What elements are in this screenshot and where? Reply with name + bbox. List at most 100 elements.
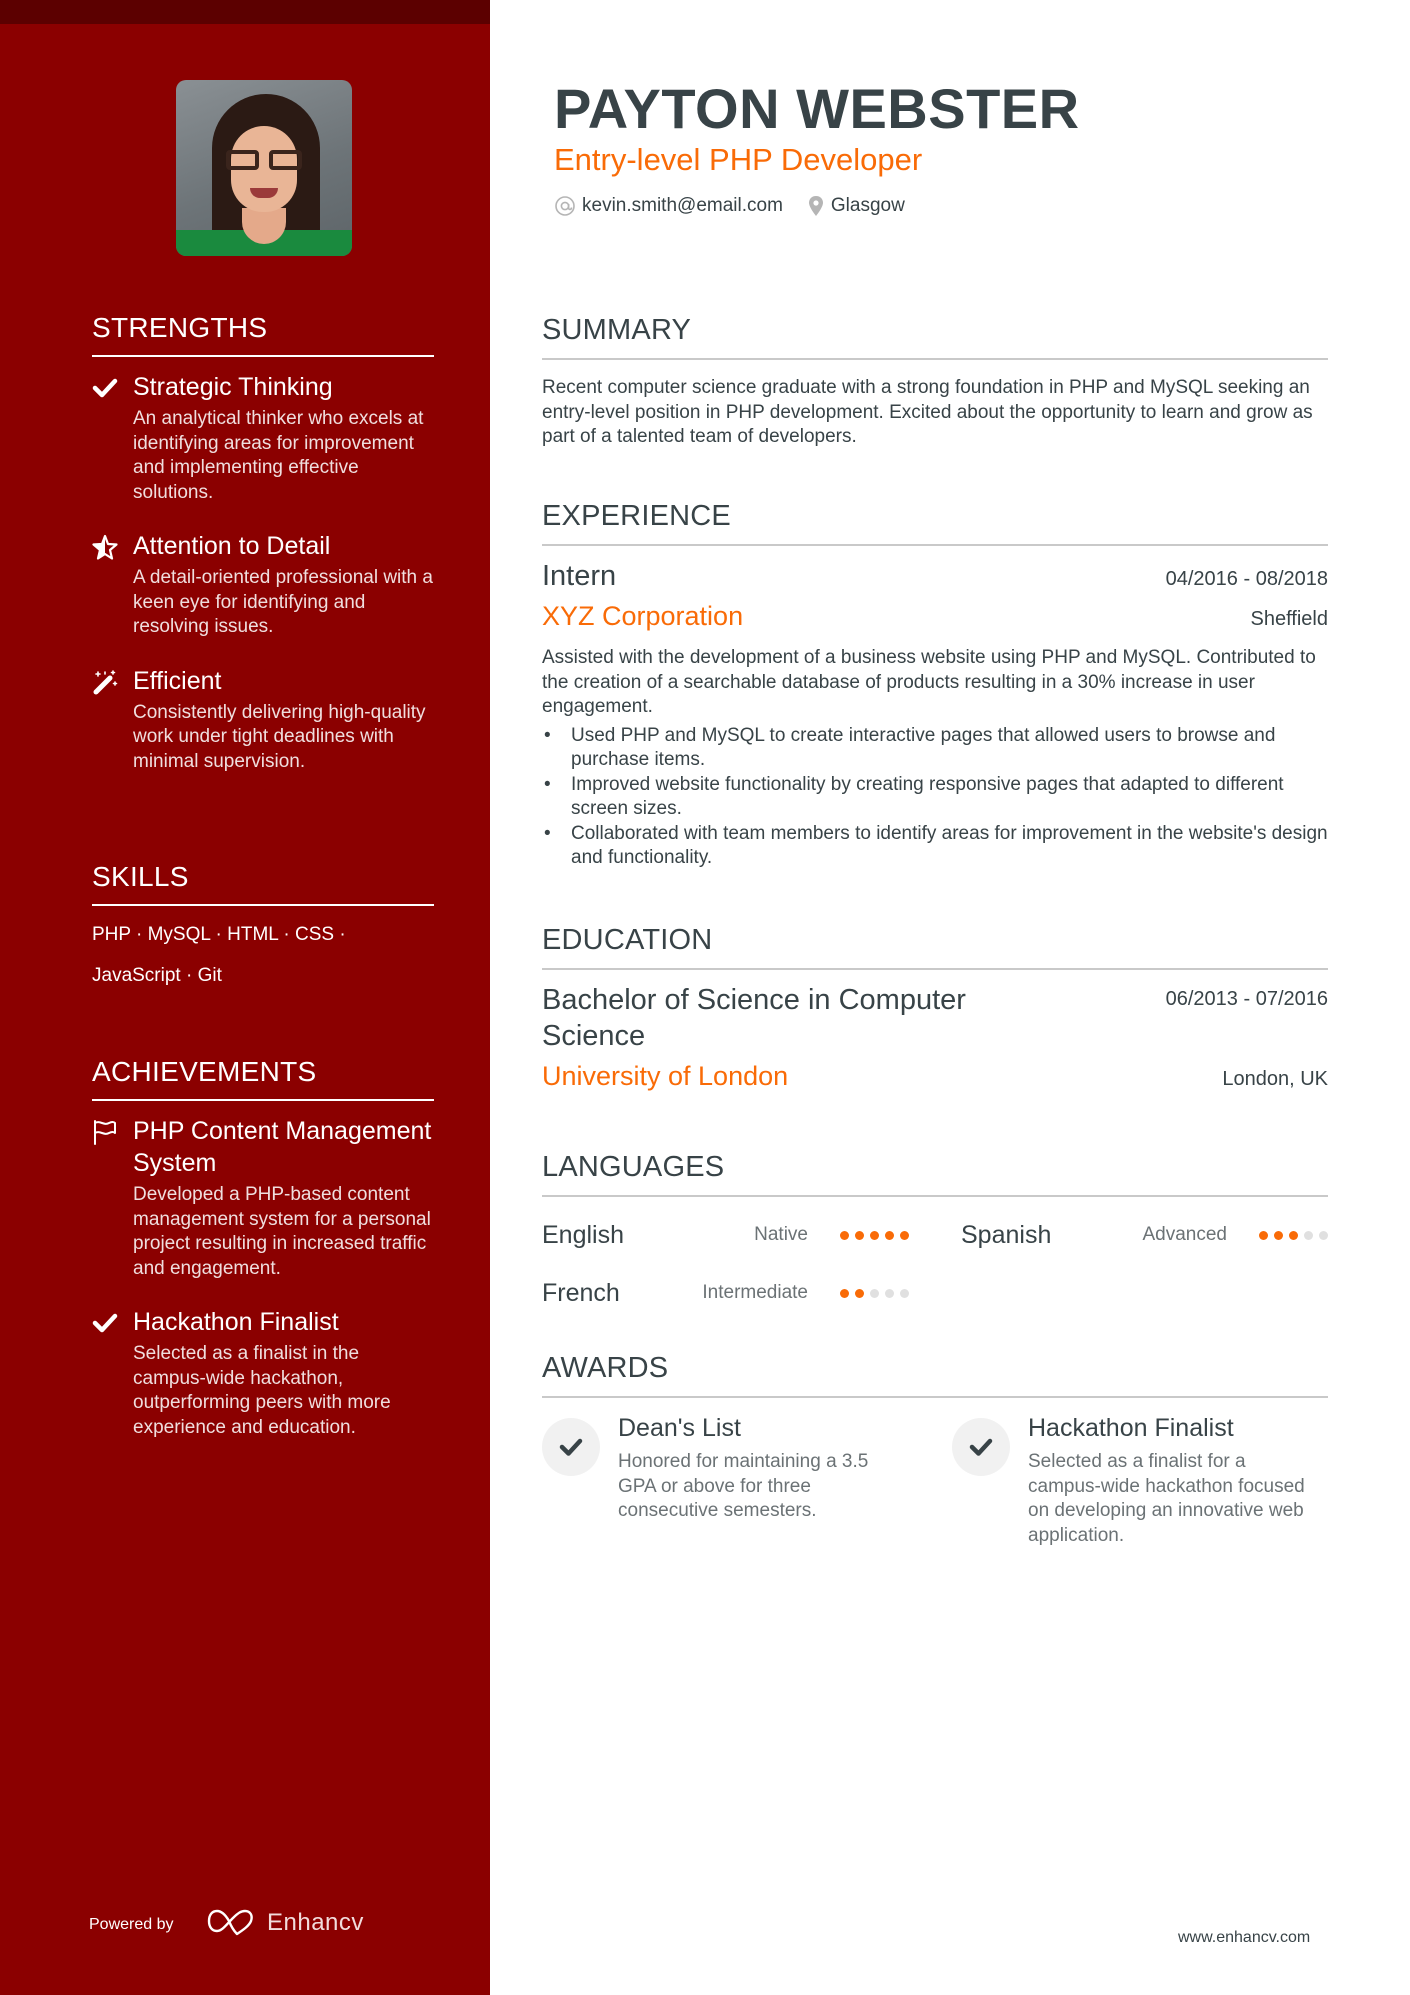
email-text[interactable]: kevin.smith@email.com <box>582 193 783 219</box>
skills-list: PHP · MySQL · HTML · CSS · JavaScript · … <box>92 914 392 996</box>
star-icon <box>92 534 118 560</box>
enhancv-logo-icon[interactable] <box>207 1904 259 1938</box>
degree-title: Bachelor of Science in Computer Science <box>542 984 966 1052</box>
language-name: French <box>542 1278 620 1307</box>
company-name: XYZ Corporation <box>542 601 744 631</box>
sidebar-top-band <box>0 0 490 24</box>
language-name: English <box>542 1220 624 1249</box>
education-entry: Bachelor of Science in Computer Science … <box>542 982 1328 1094</box>
award-title: Dean's List <box>618 1414 741 1442</box>
education-section: EDUCATION Bachelor of Science in Compute… <box>542 922 1328 1094</box>
strength-desc: A detail-oriented professional with a ke… <box>133 567 433 637</box>
language-rating <box>1259 1230 1328 1240</box>
languages-section: LANGUAGES English Native Spanish Advance… <box>542 1149 1328 1311</box>
award-title: Hackathon Finalist <box>1028 1414 1234 1442</box>
check-icon <box>542 1418 600 1476</box>
language-rating <box>840 1288 909 1298</box>
education-title: EDUCATION <box>542 922 1328 970</box>
awards-section: AWARDS Dean's List Honored for maintaini… <box>542 1350 1328 1548</box>
rating-dot-empty <box>1319 1230 1328 1240</box>
award-desc: Selected as a finalist for a campus-wide… <box>1028 1451 1305 1546</box>
awards-list: Dean's List Honored for maintaining a 3.… <box>542 1412 1328 1548</box>
magic-wand-icon <box>93 669 118 694</box>
language-level: Native <box>754 1224 808 1245</box>
job-dates: 04/2016 - 08/2018 <box>1165 568 1328 590</box>
check-icon <box>92 378 118 398</box>
language-item: French Intermediate <box>542 1275 909 1311</box>
education-dates: 06/2013 - 07/2016 <box>1165 988 1328 1010</box>
strengths-title: STRENGTHS <box>92 311 434 357</box>
languages-title: LANGUAGES <box>542 1149 1328 1197</box>
job-title: Intern <box>542 560 617 592</box>
at-icon <box>555 196 575 216</box>
rating-dot-empty <box>1304 1230 1313 1240</box>
languages-list: English Native Spanish Advanced French I… <box>542 1217 1328 1311</box>
strength-title: Efficient <box>133 666 222 695</box>
language-name: Spanish <box>961 1220 1052 1249</box>
rating-dot-filled <box>1289 1230 1298 1240</box>
rating-dot-filled <box>1259 1230 1268 1240</box>
language-item: Spanish Advanced <box>961 1217 1328 1253</box>
profile-photo <box>176 80 352 256</box>
strength-desc: Consistently delivering high-quality wor… <box>133 701 426 772</box>
strength-title: Strategic Thinking <box>133 373 333 401</box>
strength-item: Efficient Consistently delivering high-q… <box>92 665 434 775</box>
rating-dot-empty <box>900 1288 909 1298</box>
location-text: Glasgow <box>830 195 905 216</box>
language-level: Advanced <box>1142 1224 1227 1245</box>
enhancv-brand[interactable]: Enhancv <box>267 1909 364 1937</box>
strengths-section: STRENGTHS Strategic Thinking An analytic… <box>92 311 434 774</box>
achievement-item: PHP Content Management System Developed … <box>92 1115 434 1281</box>
summary-section: SUMMARY Recent computer science graduate… <box>542 312 1328 450</box>
rating-dot-filled <box>885 1230 894 1240</box>
email-contact[interactable]: kevin.smith@email.com <box>554 193 783 219</box>
rating-dot-filled <box>840 1288 849 1298</box>
candidate-name: PAYTON WEBSTER <box>554 77 1080 140</box>
job-description: Assisted with the development of a busin… <box>542 647 1316 717</box>
rating-dot-empty <box>870 1288 879 1298</box>
skills-line: PHP · MySQL · HTML · CSS · <box>92 924 346 945</box>
achievement-desc: Developed a PHP-based content management… <box>133 1184 431 1279</box>
strength-desc: An analytical thinker who excels at iden… <box>133 408 424 503</box>
awards-title: AWARDS <box>542 1350 1328 1398</box>
location-contact: Glasgow <box>807 193 905 219</box>
experience-entry: Intern 04/2016 - 08/2018 XYZ Corporation… <box>542 558 1328 871</box>
language-rating <box>840 1230 909 1240</box>
summary-text: Recent computer science graduate with a … <box>542 377 1313 447</box>
achievement-title: PHP Content Management System <box>133 1117 432 1177</box>
achievement-item: Hackathon Finalist Selected as a finalis… <box>92 1306 434 1440</box>
rating-dot-empty <box>885 1288 894 1298</box>
achievements-section: ACHIEVEMENTS PHP Content Management Syst… <box>92 1055 434 1440</box>
language-item: English Native <box>542 1217 909 1253</box>
school-location: London, UK <box>1222 1068 1328 1090</box>
rating-dot-filled <box>840 1230 849 1240</box>
strength-title: Attention to Detail <box>133 532 331 560</box>
skills-section: SKILLS PHP · MySQL · HTML · CSS · JavaSc… <box>92 860 434 996</box>
rating-dot-filled <box>855 1230 864 1240</box>
website-link[interactable]: www.enhancv.com <box>1178 1929 1310 1947</box>
rating-dot-filled <box>870 1230 879 1240</box>
job-bullet: Collaborated with team members to identi… <box>542 822 1328 871</box>
skills-title: SKILLS <box>92 860 434 906</box>
award-item: Dean's List Honored for maintaining a 3.… <box>542 1412 918 1548</box>
check-icon <box>92 1313 118 1333</box>
skills-line: JavaScript · Git <box>92 965 222 986</box>
achievement-desc: Selected as a finalist in the campus-wid… <box>133 1343 391 1438</box>
experience-section: EXPERIENCE Intern 04/2016 - 08/2018 XYZ … <box>542 498 1328 871</box>
job-location: Sheffield <box>1250 608 1328 630</box>
job-bullet: Improved website functionality by creati… <box>542 773 1328 822</box>
award-desc: Honored for maintaining a 3.5 GPA or abo… <box>618 1451 869 1521</box>
achievement-title: Hackathon Finalist <box>133 1308 339 1336</box>
rating-dot-filled <box>1274 1230 1283 1240</box>
experience-title: EXPERIENCE <box>542 498 1328 546</box>
job-bullets: Used PHP and MySQL to create interactive… <box>542 724 1328 871</box>
strength-item: Attention to Detail A detail-oriented pr… <box>92 530 434 640</box>
summary-title: SUMMARY <box>542 312 1328 360</box>
map-pin-icon <box>808 196 823 216</box>
powered-by-label: Powered by <box>89 1916 174 1933</box>
strength-item: Strategic Thinking An analytical thinker… <box>92 371 434 505</box>
rating-dot-filled <box>900 1230 909 1240</box>
candidate-role: Entry-level PHP Developer <box>554 142 923 177</box>
award-item: Hackathon Finalist Selected as a finalis… <box>952 1412 1328 1548</box>
check-icon <box>952 1418 1010 1476</box>
